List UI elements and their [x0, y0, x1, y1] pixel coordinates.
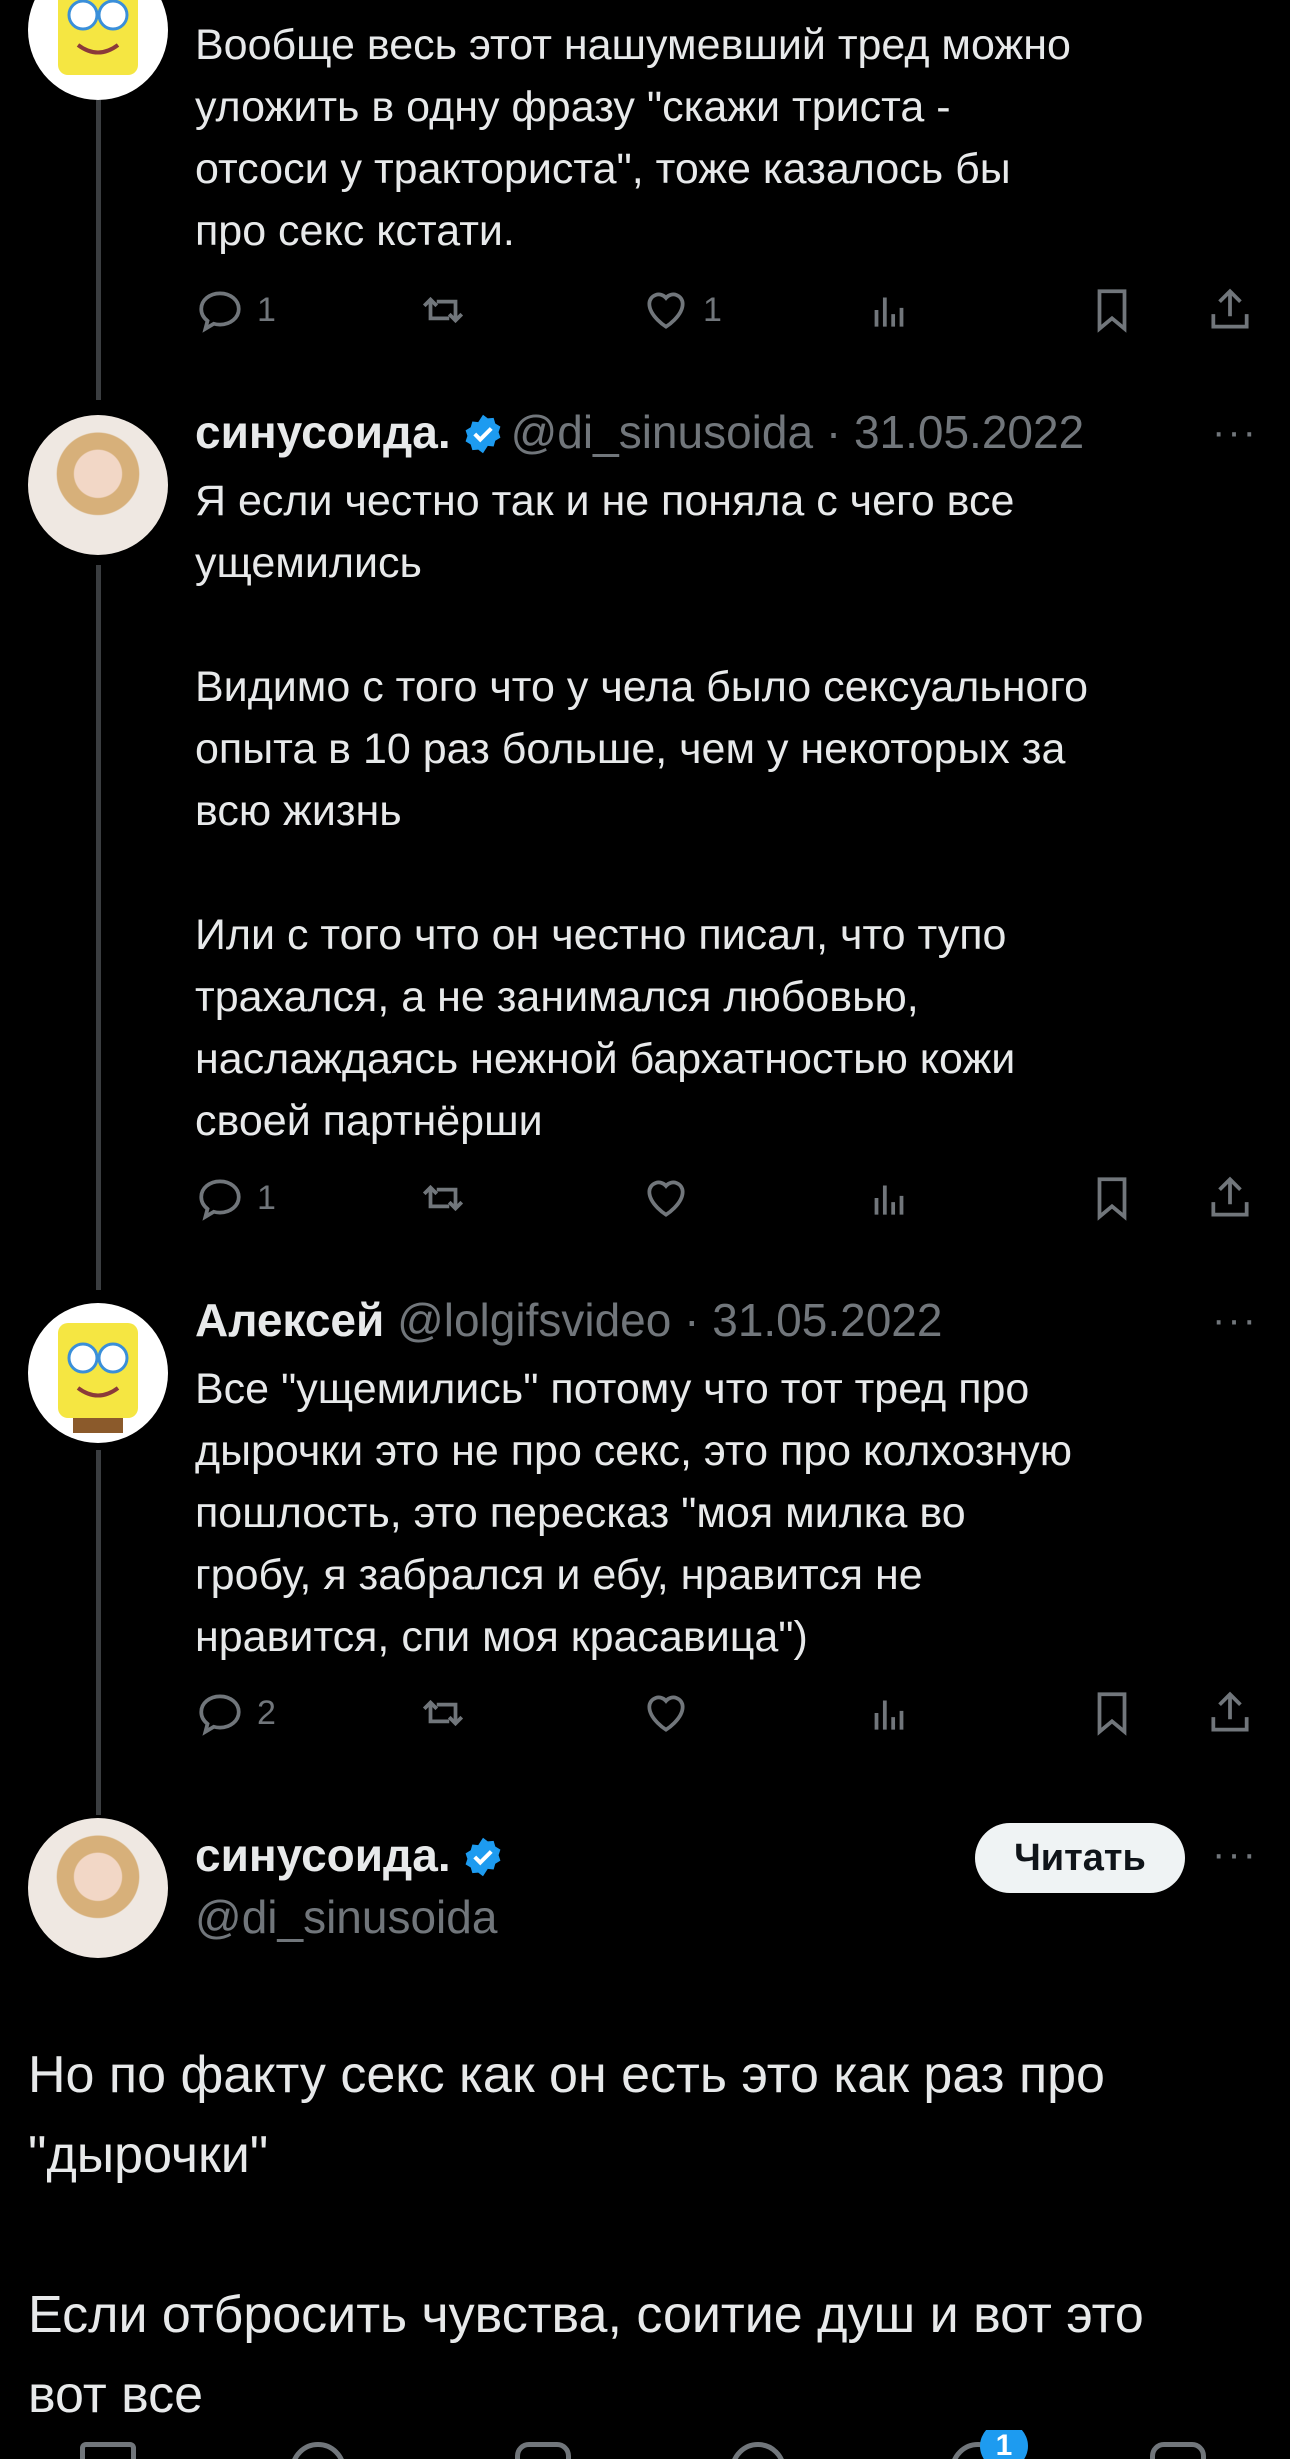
- more-options-button[interactable]: ···: [1212, 1298, 1258, 1343]
- heart-icon: [647, 1180, 685, 1217]
- avatar[interactable]: [28, 0, 168, 100]
- display-name[interactable]: Алексей: [195, 1294, 384, 1346]
- tweet-header: синусоида.: [195, 1828, 511, 1882]
- avatar[interactable]: [28, 1818, 168, 1958]
- separator: ·: [825, 406, 842, 458]
- heart-icon: [647, 1695, 685, 1732]
- display-name[interactable]: синусоида.: [195, 1829, 451, 1881]
- follow-button[interactable]: Читать: [975, 1823, 1185, 1893]
- retweet-icon: [422, 1184, 464, 1212]
- heart-icon: [647, 292, 685, 329]
- home-icon[interactable]: [80, 2442, 136, 2459]
- avatar[interactable]: [28, 1303, 168, 1443]
- bookmark-icon: [1097, 289, 1127, 333]
- thread-line: [96, 100, 101, 400]
- user-handle[interactable]: @di_sinusoida: [511, 406, 813, 458]
- views-button[interactable]: [864, 1683, 914, 1743]
- notifications-badge: 1: [980, 2430, 1028, 2459]
- views-button[interactable]: [864, 1168, 914, 1228]
- reply-count: 2: [257, 1693, 276, 1732]
- like-button[interactable]: [641, 1683, 691, 1743]
- tweet-header: синусоида. @di_sinusoida · 31.05.2022: [195, 405, 1084, 459]
- reply-button[interactable]: 1: [195, 1168, 276, 1228]
- views-icon: [874, 1700, 904, 1730]
- bookmark-button[interactable]: [1087, 280, 1137, 340]
- verified-badge-icon: [465, 1837, 501, 1877]
- search-icon[interactable]: [290, 2442, 346, 2459]
- display-name[interactable]: синусоида.: [195, 406, 451, 458]
- tweet-actions: 1: [195, 1168, 1255, 1228]
- retweet-button[interactable]: [418, 1168, 468, 1228]
- views-icon: [874, 1185, 904, 1215]
- reply-button[interactable]: 2: [195, 1683, 276, 1743]
- share-button[interactable]: [1205, 1683, 1255, 1743]
- share-button[interactable]: [1205, 280, 1255, 340]
- tweet-actions: 1 1: [195, 280, 1255, 340]
- bookmark-icon: [1097, 1177, 1127, 1221]
- share-button[interactable]: [1205, 1168, 1255, 1228]
- views-button[interactable]: [864, 280, 914, 340]
- retweet-icon: [422, 296, 464, 324]
- retweet-button[interactable]: [418, 1683, 468, 1743]
- user-handle[interactable]: @di_sinusoida: [195, 1890, 497, 1944]
- thread-line: [96, 1450, 101, 1815]
- user-handle[interactable]: @lolgifsvideo: [397, 1294, 671, 1346]
- reply-count: 1: [257, 290, 276, 329]
- like-button[interactable]: [641, 1168, 691, 1228]
- bottom-nav: 1: [0, 2430, 1290, 2459]
- tweet-header: Алексей @lolgifsvideo · 31.05.2022: [195, 1293, 942, 1347]
- bookmark-button[interactable]: [1087, 1168, 1137, 1228]
- reply-icon: [199, 1179, 241, 1221]
- tweet-text: Но по факту секс как он есть это как раз…: [28, 2046, 1144, 2424]
- bookmark-icon: [1097, 1692, 1127, 1736]
- tweet-text: Я если честно так и не поняла с чего все…: [195, 477, 1089, 1145]
- reply-icon: [199, 291, 241, 333]
- avatar[interactable]: [28, 415, 168, 555]
- reply-count: 1: [257, 1178, 276, 1217]
- grok-icon[interactable]: [515, 2442, 571, 2459]
- views-icon: [874, 297, 904, 327]
- share-icon: [1211, 1691, 1249, 1732]
- tweet-actions: 2: [195, 1683, 1255, 1743]
- retweet-icon: [422, 1699, 464, 1727]
- tweet-text: Все "ущемились" потому что тот тред про …: [195, 1365, 1073, 1661]
- messages-icon[interactable]: [1150, 2442, 1206, 2459]
- verified-badge-icon: [465, 414, 501, 454]
- more-options-button[interactable]: ···: [1212, 1832, 1258, 1877]
- share-icon: [1211, 288, 1249, 329]
- share-icon: [1211, 1176, 1249, 1217]
- retweet-button[interactable]: [418, 280, 468, 340]
- bookmark-button[interactable]: [1087, 1683, 1137, 1743]
- reply-button[interactable]: 1: [195, 280, 276, 340]
- like-count: 1: [703, 290, 722, 329]
- reply-icon: [199, 1694, 241, 1736]
- communities-icon[interactable]: [730, 2442, 786, 2459]
- tweet-text: Вообще весь этот нашумевший тред можно у…: [195, 21, 1071, 255]
- tweet-date[interactable]: 31.05.2022: [712, 1294, 942, 1346]
- like-button[interactable]: 1: [641, 280, 722, 340]
- thread-line: [96, 565, 101, 1290]
- tweet-date[interactable]: 31.05.2022: [854, 406, 1084, 458]
- separator: ·: [684, 1294, 700, 1346]
- more-options-button[interactable]: ···: [1212, 410, 1258, 455]
